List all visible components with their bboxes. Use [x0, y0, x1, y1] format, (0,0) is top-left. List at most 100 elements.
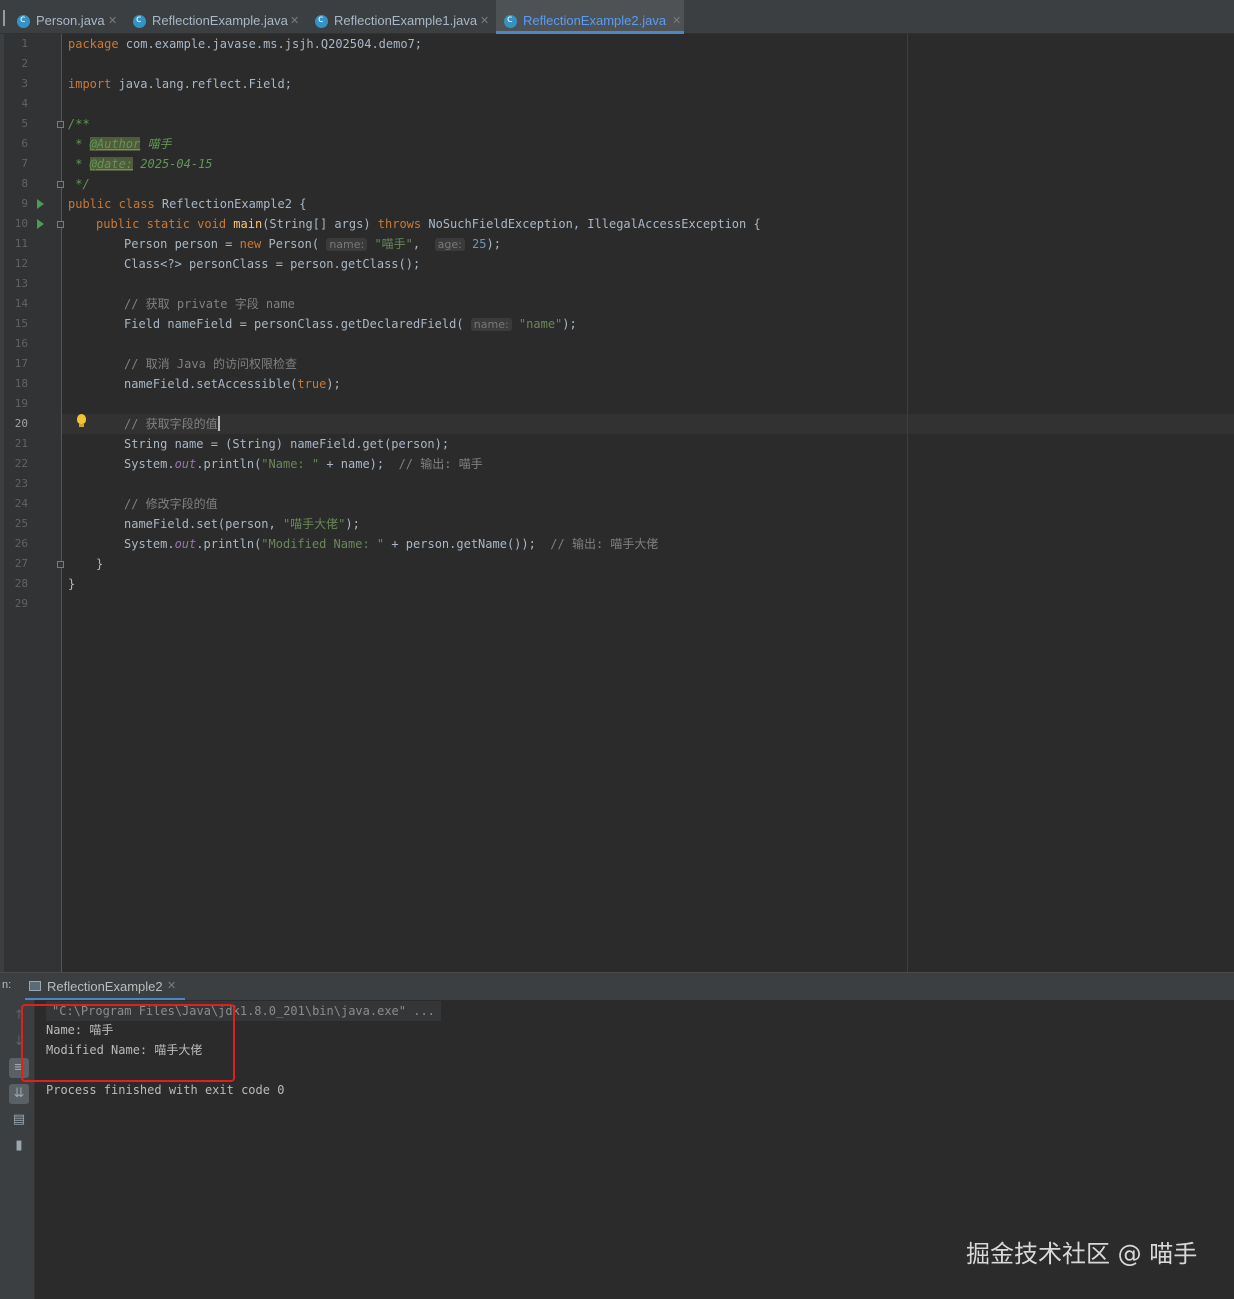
code-line: System.out.println("Modified Name: " + p…	[124, 534, 658, 554]
code-line: // 修改字段的值	[124, 497, 218, 511]
line-number: 15	[14, 317, 28, 330]
keyword: new	[239, 237, 262, 251]
keyword: true	[297, 377, 327, 391]
console-exit-line: Process finished with exit code 0	[46, 1083, 285, 1097]
code-line: }	[68, 577, 76, 591]
line-number: 5	[21, 117, 28, 130]
output-highlight-box	[21, 1004, 235, 1082]
watermark: 掘金技术社区 @ 喵手	[966, 1240, 1198, 1268]
line-number: 21	[14, 437, 28, 450]
code-text: + person.getName());	[384, 537, 551, 551]
code-text: );	[562, 317, 577, 331]
fold-icon[interactable]	[57, 561, 64, 568]
doc-comment: 喵手	[140, 137, 172, 151]
line-number: 24	[14, 497, 28, 510]
code-line: Person person = new Person( name: "喵手", …	[124, 234, 501, 254]
static-field: out	[174, 457, 197, 471]
string-literal: "喵手大佬"	[282, 517, 346, 531]
fold-icon[interactable]	[57, 121, 64, 128]
code-line: System.out.println("Name: " + name); // …	[124, 454, 483, 474]
editor-tab-bar: Person.java ✕ ReflectionExample.java ✕ R…	[0, 0, 1234, 41]
line-number: 8	[21, 177, 28, 190]
code-text: );	[345, 517, 360, 531]
keyword: import	[68, 77, 112, 91]
run-tab-reflectionexample2[interactable]: ReflectionExample2 ✕	[25, 973, 185, 1001]
lightbulb-icon[interactable]	[77, 414, 86, 427]
static-field: out	[174, 537, 197, 551]
line-number: 16	[14, 337, 28, 350]
code-line: Field nameField = personClass.getDeclare…	[124, 314, 577, 334]
code-text: System.	[124, 457, 175, 471]
comment: // 获取字段的值	[124, 417, 218, 431]
line-number: 25	[14, 517, 28, 530]
line-number: 26	[14, 537, 28, 550]
line-number: 12	[14, 257, 28, 270]
tab-reflectionexample1-java[interactable]: ReflectionExample1.java ✕	[315, 0, 493, 41]
run-class-icon[interactable]	[37, 199, 44, 209]
line-number: 17	[14, 357, 28, 370]
line-number: 9	[21, 197, 28, 210]
code-line: */	[68, 177, 90, 191]
close-icon[interactable]: ✕	[167, 979, 176, 992]
code-line: String name = (String) nameField.get(per…	[124, 437, 450, 451]
line-number: 6	[21, 137, 28, 150]
gutter-strip	[0, 34, 4, 972]
code-line: * @date: 2025-04-15	[68, 154, 213, 174]
code-text: (String[] args)	[262, 217, 378, 231]
java-class-icon	[133, 0, 146, 41]
string-literal: "name"	[518, 317, 563, 331]
scroll-to-end-icon[interactable]: ⇊	[9, 1084, 29, 1104]
doc-comment: *	[68, 157, 90, 171]
fold-icon[interactable]	[57, 181, 64, 188]
keyword: package	[68, 37, 119, 51]
code-line: nameField.setAccessible(true);	[124, 374, 341, 394]
line-number-current: 20	[14, 417, 28, 430]
line-number: 29	[14, 597, 28, 610]
code-line: // 获取 private 字段 name	[124, 297, 295, 311]
code-line: /**	[68, 117, 90, 131]
line-number: 10	[14, 217, 28, 230]
fold-icon[interactable]	[57, 221, 64, 228]
right-margin-guide	[907, 34, 908, 972]
run-panel-header: n: ReflectionExample2 ✕	[0, 972, 1234, 1001]
line-number: 28	[14, 577, 28, 590]
print-icon[interactable]: ▤	[9, 1110, 29, 1130]
code-text: java.lang.reflect.Field;	[111, 77, 292, 91]
tab-reflectionexample-java[interactable]: ReflectionExample.java ✕	[133, 0, 303, 41]
code-line: package com.example.javase.ms.jsjh.Q2025…	[68, 34, 422, 54]
trash-icon[interactable]: ▮	[9, 1136, 29, 1156]
java-class-icon	[17, 0, 30, 41]
line-number: 13	[14, 277, 28, 290]
tab-person-java[interactable]: Person.java ✕	[17, 0, 122, 41]
line-number: 11	[14, 237, 28, 250]
line-number: 7	[21, 157, 28, 170]
line-number: 23	[14, 477, 28, 490]
run-main-icon[interactable]	[37, 219, 44, 229]
line-number: 27	[14, 557, 28, 570]
code-line: nameField.set(person, "喵手大佬");	[124, 514, 360, 534]
code-text: nameField.set(person,	[124, 517, 283, 531]
tab-bar-edge	[3, 10, 5, 26]
parameter-hint: age:	[434, 238, 465, 251]
code-line: }	[96, 557, 104, 571]
code-editor[interactable]	[62, 34, 1234, 972]
line-number: 3	[21, 77, 28, 90]
code-text: .println(	[196, 457, 262, 471]
run-side-label: n:	[2, 979, 12, 991]
java-class-icon	[504, 0, 517, 41]
doc-comment: 2025-04-15	[133, 157, 213, 171]
code-text: Person person =	[124, 237, 240, 251]
code-text: com.example.javase.ms.jsjh.Q202504.demo7…	[118, 37, 423, 51]
code-text: .println(	[196, 537, 262, 551]
line-number: 1	[21, 37, 28, 50]
string-literal: "Modified Name: "	[261, 537, 385, 551]
doc-tag: @date:	[89, 157, 134, 171]
code-text: ,	[412, 237, 428, 251]
comment: // 输出: 喵手大佬	[550, 537, 659, 551]
java-class-icon	[315, 0, 328, 41]
code-text: NoSuchFieldException, IllegalAccessExcep…	[421, 217, 761, 231]
code-line: public static void main(String[] args) t…	[96, 214, 761, 234]
tab-reflectionexample2-java[interactable]: ReflectionExample2.java ✕	[496, 0, 684, 41]
code-text: ReflectionExample2 {	[154, 197, 307, 211]
parameter-hint: name:	[326, 238, 368, 251]
